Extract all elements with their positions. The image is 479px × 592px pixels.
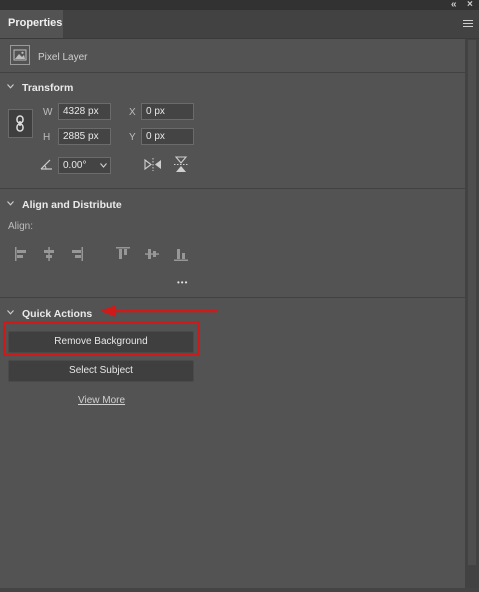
align-left-edges-icon[interactable] (14, 246, 28, 262)
align-vertical-centers-icon[interactable] (145, 246, 159, 262)
rotation-angle-value: 0.00° (63, 160, 87, 171)
scrollbar-thumb[interactable] (468, 40, 476, 565)
annotation-arrow-icon (100, 305, 218, 317)
more-options-icon[interactable]: ••• (177, 278, 188, 287)
align-section-header[interactable]: Align and Distribute (0, 195, 465, 215)
tab-bar: Properties (0, 10, 479, 39)
y-label: Y (129, 132, 136, 143)
width-input[interactable]: 4328 px (58, 103, 111, 120)
chevron-down-icon[interactable] (100, 163, 107, 168)
transform-title: Transform (22, 82, 74, 94)
image-icon (10, 45, 30, 65)
flip-horizontal-icon[interactable] (144, 158, 162, 171)
quick-actions-title: Quick Actions (22, 308, 93, 320)
collapse-panel-button[interactable]: « (451, 0, 457, 10)
panel-menu-icon[interactable] (463, 20, 473, 28)
flip-vertical-icon[interactable] (174, 156, 188, 173)
layer-type-row: Pixel Layer (0, 39, 465, 73)
link-dimensions-button[interactable] (8, 109, 33, 138)
align-bottom-edges-icon[interactable] (174, 246, 188, 262)
align-top-edges-icon[interactable] (116, 246, 130, 262)
section-divider (0, 188, 465, 189)
x-position-input[interactable]: 0 px (141, 103, 194, 120)
rotation-angle-input[interactable]: 0.00° (58, 157, 111, 174)
view-more-link[interactable]: View More (78, 395, 125, 406)
height-label: H (43, 132, 51, 143)
chevron-down-icon (7, 310, 14, 315)
height-input[interactable]: 2885 px (58, 128, 111, 145)
layer-type-label: Pixel Layer (38, 52, 88, 63)
align-title: Align and Distribute (22, 199, 122, 211)
tab-properties[interactable]: Properties (0, 10, 63, 38)
close-panel-button[interactable]: × (467, 0, 473, 10)
panel-bottom-edge (0, 588, 479, 592)
align-label: Align: (8, 221, 34, 232)
select-subject-button[interactable]: Select Subject (8, 360, 194, 382)
y-position-input[interactable]: 0 px (141, 128, 194, 145)
width-label: W (43, 107, 53, 118)
section-divider (0, 297, 465, 298)
x-label: X (129, 107, 136, 118)
chevron-down-icon (7, 201, 14, 206)
align-horizontal-centers-icon[interactable] (42, 246, 56, 262)
align-right-edges-icon[interactable] (70, 246, 84, 262)
angle-icon (40, 159, 52, 170)
transform-section-header[interactable]: Transform (0, 78, 465, 98)
chevron-down-icon (7, 84, 14, 89)
link-icon (16, 115, 24, 132)
panel-top-strip: « × (0, 0, 479, 10)
annotation-highlight-box (3, 321, 200, 356)
